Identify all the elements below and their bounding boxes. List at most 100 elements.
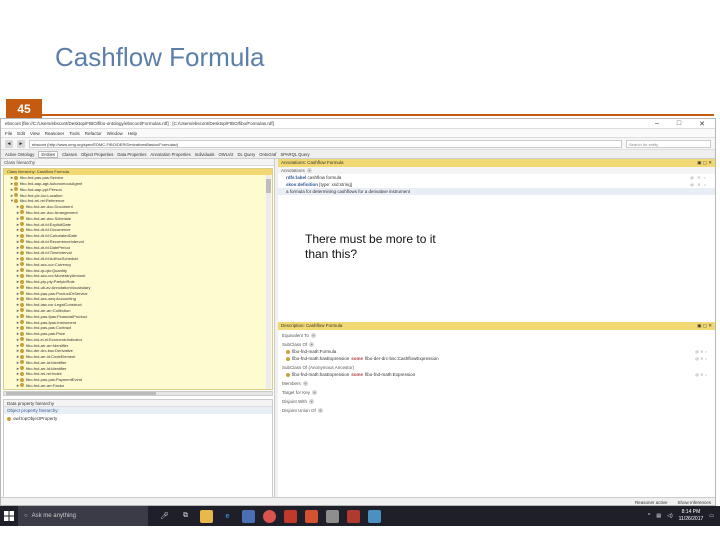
tab-object-properties[interactable]: Object Properties bbox=[81, 152, 113, 157]
tab-annotation-properties[interactable]: Annotation Properties bbox=[150, 152, 190, 157]
tree-item-label: fibo-fnd-pas-pas:PaymentEvent bbox=[26, 377, 83, 383]
powerpoint-icon[interactable] bbox=[305, 509, 318, 523]
description-title: Description: Cashflow Formula bbox=[281, 323, 343, 328]
target-for-key-text: Target for Key bbox=[282, 390, 311, 395]
disjoint-with-label: Disjoint With + bbox=[278, 396, 715, 405]
class-icon bbox=[20, 320, 24, 325]
forward-icon[interactable]: ► bbox=[17, 139, 25, 148]
row-controls-icon[interactable]: @ ✕ ○ bbox=[690, 175, 707, 180]
panel-controls-icon[interactable]: ▣ ▢ ✕ bbox=[697, 323, 712, 329]
network-icon[interactable]: ▤ bbox=[656, 513, 661, 519]
scrollbar-thumb[interactable] bbox=[266, 179, 271, 193]
add-icon[interactable]: + bbox=[302, 381, 308, 386]
notifications-icon[interactable]: ▭ bbox=[709, 513, 714, 519]
class-icon bbox=[286, 372, 290, 377]
row-controls-icon[interactable]: @ ✕ ○ bbox=[695, 372, 707, 377]
clock[interactable]: 8:14 PM 11/26/2017 bbox=[679, 509, 704, 523]
tab-entities[interactable]: Entities bbox=[38, 150, 59, 158]
menu-item-file[interactable]: File bbox=[5, 131, 12, 136]
windows-start-icon[interactable] bbox=[0, 506, 18, 526]
expression-property: fibo-fnd-math:hasExpression bbox=[292, 372, 350, 377]
scrollbar-thumb[interactable] bbox=[6, 392, 156, 395]
tab-individuals[interactable]: Individuals bbox=[195, 152, 215, 157]
app-icon[interactable] bbox=[326, 509, 339, 523]
tab-active-ontology[interactable]: Active Ontology bbox=[5, 152, 34, 157]
add-icon[interactable]: + bbox=[309, 399, 315, 404]
back-icon[interactable]: ◄ bbox=[5, 139, 13, 148]
class-icon bbox=[14, 181, 18, 186]
volume-icon[interactable]: ◁) bbox=[667, 513, 673, 519]
menu-item-help[interactable]: Help bbox=[128, 131, 137, 136]
annotation-row[interactable]: skos:definition [type: xsd:string] @ ✕ ○ bbox=[278, 181, 715, 188]
row-controls-icon[interactable]: @ ✕ ○ bbox=[695, 356, 707, 361]
tree-horizontal-scrollbar[interactable] bbox=[3, 391, 273, 396]
store-icon[interactable] bbox=[242, 509, 255, 523]
class-icon bbox=[20, 354, 24, 359]
tree-item-label: fibo-fnd-pty-pty:PartyInRole bbox=[26, 279, 75, 285]
annotations-label: Annotations bbox=[281, 168, 305, 173]
row-controls-icon[interactable]: @ ✕ ○ bbox=[690, 182, 707, 187]
taskbar-search[interactable]: ○ Ask me anything bbox=[18, 506, 148, 526]
tab-dl-query[interactable]: DL Query bbox=[237, 152, 255, 157]
class-expression-row[interactable]: fibo-fnd-math:hasExpression some fibo-fnd-… bbox=[278, 371, 715, 378]
menu-item-refactor[interactable]: Refactor bbox=[85, 131, 102, 136]
class-icon bbox=[20, 233, 24, 238]
members-label: Members + bbox=[278, 378, 715, 387]
add-icon[interactable]: + bbox=[312, 390, 318, 395]
menu-item-view[interactable]: View bbox=[30, 131, 40, 136]
slide-number: 45 bbox=[6, 99, 42, 119]
add-icon[interactable]: + bbox=[306, 168, 312, 173]
annotation-row[interactable]: a formula for determining cashflows for … bbox=[278, 188, 715, 195]
tab-sparql-query[interactable]: SPARQL Query bbox=[280, 152, 309, 157]
annotation-row[interactable]: rdfs:label cashflow formula @ ✕ ○ bbox=[278, 174, 715, 181]
class-icon bbox=[20, 348, 24, 353]
tab-classes[interactable]: Classes bbox=[62, 152, 77, 157]
class-icon bbox=[286, 356, 290, 361]
tree-vertical-scrollbar[interactable] bbox=[266, 175, 271, 389]
tree-item-label: fibo-fnd-aap-agt:AutonomousAgent bbox=[20, 181, 83, 187]
edge-browser-icon[interactable]: e bbox=[221, 510, 234, 523]
class-icon bbox=[20, 250, 24, 255]
class-expression-row[interactable]: fibo-fnd-math:hasExpression some fibo-der-… bbox=[278, 355, 715, 362]
class-icon bbox=[20, 383, 24, 388]
tab-ontograf[interactable]: OntoGraf bbox=[259, 152, 276, 157]
row-controls-icon[interactable]: @ ✕ ○ bbox=[695, 349, 707, 354]
class-icon bbox=[20, 308, 24, 313]
menu-item-reasoner[interactable]: Reasoner bbox=[45, 131, 65, 136]
chrome-icon[interactable] bbox=[263, 509, 276, 523]
tree-row[interactable]: ►fibo-fnd-math:Constant bbox=[4, 388, 272, 390]
annotation-key: skos:definition bbox=[286, 182, 319, 187]
menu-item-window[interactable]: Window bbox=[107, 131, 123, 136]
task-view-icon[interactable]: ⧉ bbox=[179, 510, 192, 523]
menu-item-edit[interactable]: Edit bbox=[17, 131, 25, 136]
file-explorer-icon[interactable] bbox=[200, 509, 213, 523]
class-icon bbox=[20, 302, 24, 307]
add-icon[interactable]: + bbox=[310, 333, 316, 338]
tree-item-label: fibo-fnd-law-cor:LegalConstruct bbox=[26, 302, 82, 308]
ontology-url-field[interactable]: ebscont (http://www.omg.org/spec/EDMC-FI… bbox=[29, 139, 622, 148]
tree-item-label: fibo-fnd-arr-doc:Arrangement bbox=[26, 209, 78, 215]
chevron-up-icon[interactable]: ^ bbox=[648, 513, 650, 519]
class-expression-row[interactable]: fibo-fnd-math:Formula @ ✕ ○ bbox=[278, 348, 715, 355]
tab-owlviz[interactable]: OWLViz bbox=[219, 152, 234, 157]
search-input[interactable]: Search for entity bbox=[626, 139, 711, 148]
tab-data-properties[interactable]: Data Properties bbox=[117, 152, 146, 157]
add-icon[interactable]: + bbox=[317, 408, 323, 413]
panel-controls-icon[interactable]: ▣ ▢ ✕ bbox=[697, 160, 712, 166]
add-icon[interactable]: + bbox=[309, 342, 315, 347]
close-icon[interactable]: ✕ bbox=[699, 120, 705, 128]
expression-keyword: some bbox=[351, 356, 364, 361]
microphone-icon[interactable]: 🎤︎ bbox=[158, 510, 171, 523]
acrobat-icon[interactable] bbox=[284, 509, 297, 523]
expression-content: fibo-fnd-math:hasExpression some fibo-fnd-… bbox=[286, 372, 415, 377]
protege-icon[interactable] bbox=[347, 509, 360, 523]
maximize-icon[interactable]: □ bbox=[677, 120, 681, 128]
expression-filler: fibo-der-drc-bsc:CashflowExpression bbox=[365, 356, 439, 361]
tree-item-label: fibo-fnd-dt-fd:ExplicitDate bbox=[26, 221, 71, 227]
list-item[interactable]: owl:topObjectProperty bbox=[4, 414, 272, 423]
window-icon[interactable] bbox=[368, 509, 381, 523]
menu-item-tools[interactable]: Tools bbox=[69, 131, 80, 136]
show-inferences-toggle[interactable]: Show Inferences bbox=[677, 500, 711, 505]
window-controls: – □ ✕ bbox=[655, 120, 711, 128]
minimize-icon[interactable]: – bbox=[655, 120, 659, 128]
